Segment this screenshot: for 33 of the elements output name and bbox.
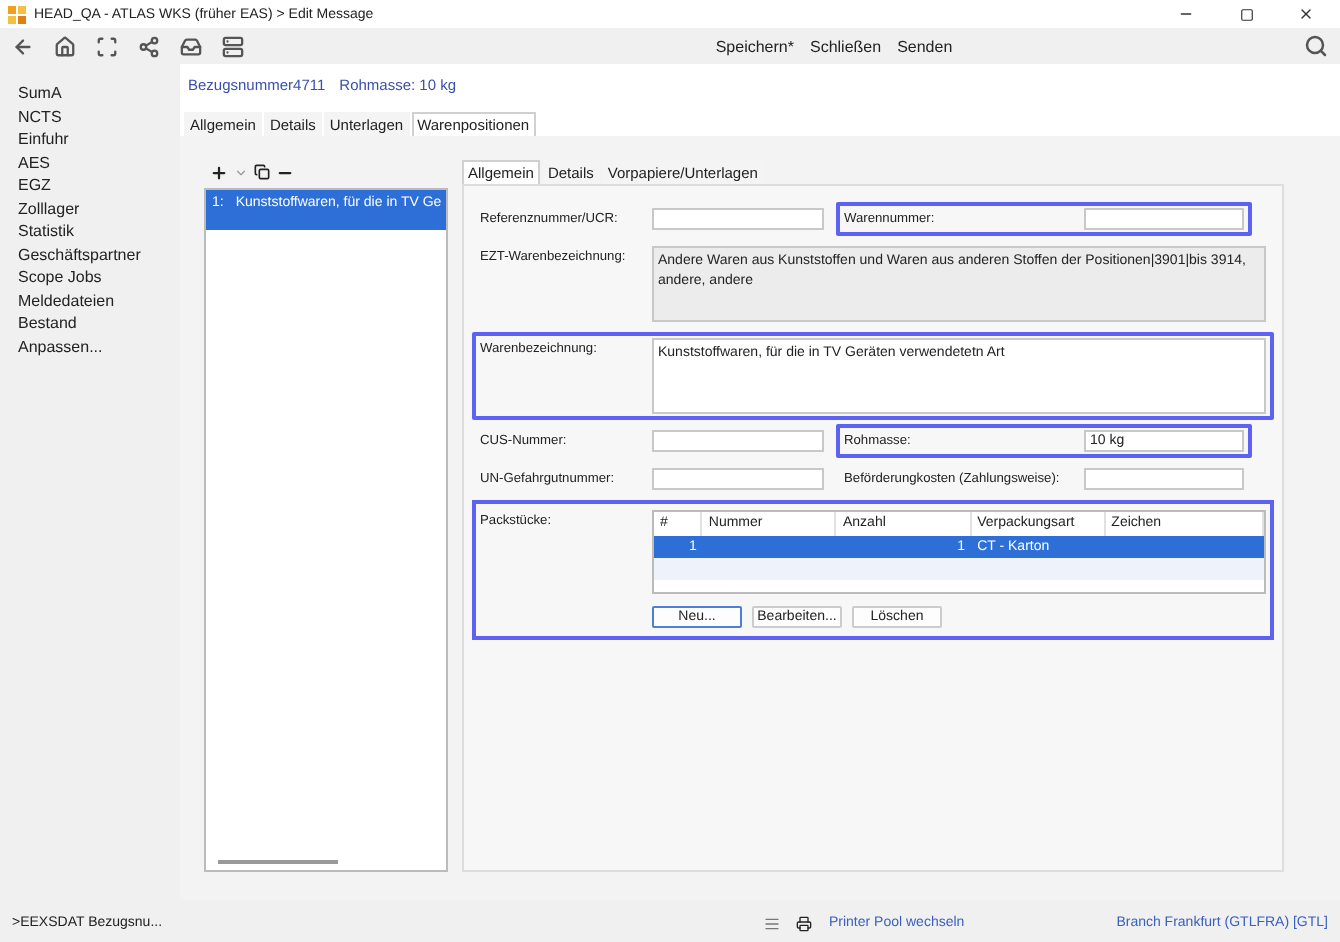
sidebar-item[interactable]: SumA [18,84,180,104]
app-icon [8,5,26,23]
input-field[interactable] [652,468,824,490]
sidebar-item[interactable]: Geschäftspartner [18,245,180,265]
toolbar-button[interactable]: Speichern* [715,37,794,55]
sidebar-item[interactable]: Statistik [18,222,180,242]
input-field[interactable] [1084,468,1244,490]
server-icon[interactable] [222,35,244,57]
scrollbar-thumb[interactable] [218,860,338,864]
sidebar-item[interactable]: EGZ [18,176,180,196]
toolbar-button[interactable]: Schließen [809,37,882,55]
fullscreen-icon[interactable] [96,35,118,57]
search-icon[interactable] [1304,34,1328,58]
toolbar-button[interactable]: Senden [897,37,953,55]
back-arrow-icon[interactable] [12,35,34,57]
sidebar-item[interactable]: NCTS [18,107,180,127]
sidebar-item[interactable]: Meldedateien [18,291,180,311]
input-field[interactable] [652,208,824,230]
list-icon[interactable] [764,915,781,931]
copy-icon[interactable] [254,164,270,180]
share-icon[interactable] [138,35,160,57]
sidebar-item[interactable]: AES [18,153,180,173]
sidebar-item[interactable]: Anpassen... [18,337,180,357]
printer-icon[interactable] [796,915,813,931]
sidebar-item[interactable]: Scope Jobs [18,268,180,288]
input-field[interactable] [652,430,824,452]
input-field[interactable] [1084,208,1244,230]
home-icon[interactable] [54,35,76,57]
sidebar-item[interactable]: Zolllager [18,199,180,219]
add-icon[interactable] [210,163,228,181]
sidebar-item[interactable]: Bestand [18,314,180,334]
inbox-icon[interactable] [180,35,202,57]
sidebar-item[interactable]: Einfuhr [18,130,180,150]
